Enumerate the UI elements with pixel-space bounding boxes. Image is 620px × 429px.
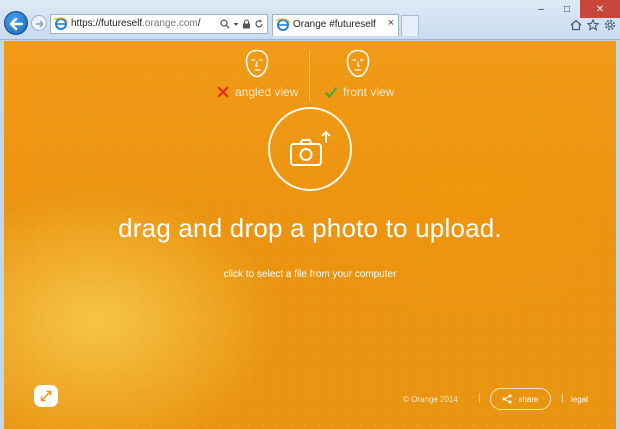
ie-logo-icon (54, 17, 68, 30)
browser-chrome: https://futureself.orange.com/ Orange #f… (0, 0, 620, 40)
dropdown-arrow-icon[interactable] (233, 19, 239, 29)
window-controls: – □ ✕ (528, 0, 620, 18)
footer-separator: | (561, 393, 564, 404)
address-url: https://futureself.orange.com/ (71, 18, 201, 29)
front-view-text: front view (343, 85, 395, 99)
angled-view-text: angled view (235, 85, 299, 99)
lock-icon[interactable] (242, 19, 251, 29)
new-tab-button[interactable] (401, 15, 419, 36)
select-file-link[interactable]: click to select a file from your compute… (4, 269, 616, 280)
home-icon[interactable] (570, 19, 582, 31)
tab-title: Orange #futureself (293, 19, 376, 30)
cross-icon (217, 86, 229, 98)
close-window-button[interactable]: ✕ (580, 0, 620, 18)
camera-upload-icon (290, 130, 331, 166)
share-label: share (518, 394, 539, 404)
minimize-button[interactable]: – (528, 0, 554, 18)
search-icon[interactable] (220, 19, 230, 29)
upload-photo-button[interactable] (268, 107, 352, 191)
back-button[interactable] (4, 11, 28, 35)
address-tools (220, 17, 264, 31)
browser-toolbar-icons (570, 19, 616, 31)
share-icon (502, 394, 512, 404)
copyright-text: © Orange 2014 (403, 395, 458, 404)
settings-gear-icon[interactable] (604, 19, 616, 31)
fullscreen-button[interactable] (34, 385, 58, 407)
refresh-icon[interactable] (254, 19, 264, 29)
ie-logo-icon (276, 18, 290, 31)
views-divider (309, 51, 310, 101)
expand-arrows-icon (40, 390, 52, 402)
share-button[interactable]: share (490, 388, 551, 410)
maximize-button[interactable]: □ (554, 0, 580, 18)
forward-arrow-icon (36, 20, 44, 28)
tab-close-button[interactable]: × (388, 17, 394, 29)
footer-separator: | (478, 393, 481, 404)
tab-orange-futureself[interactable]: Orange #futureself × (272, 14, 399, 36)
drop-zone-headline[interactable]: drag and drop a photo to upload. (4, 213, 616, 244)
front-face-icon (346, 49, 370, 78)
checkmark-icon (324, 86, 338, 99)
address-bar[interactable]: https://futureself.orange.com/ (50, 14, 268, 34)
favorites-star-icon[interactable] (587, 19, 599, 31)
legal-link[interactable]: legal (571, 395, 588, 404)
angled-face-icon (245, 49, 269, 78)
angled-view-label: angled view (216, 85, 298, 99)
front-view-label: front view (324, 85, 394, 99)
futureself-upload-page: angled view front view drag and drop a p… (4, 41, 616, 429)
back-arrow-icon (9, 17, 24, 31)
forward-button[interactable] (31, 15, 47, 31)
